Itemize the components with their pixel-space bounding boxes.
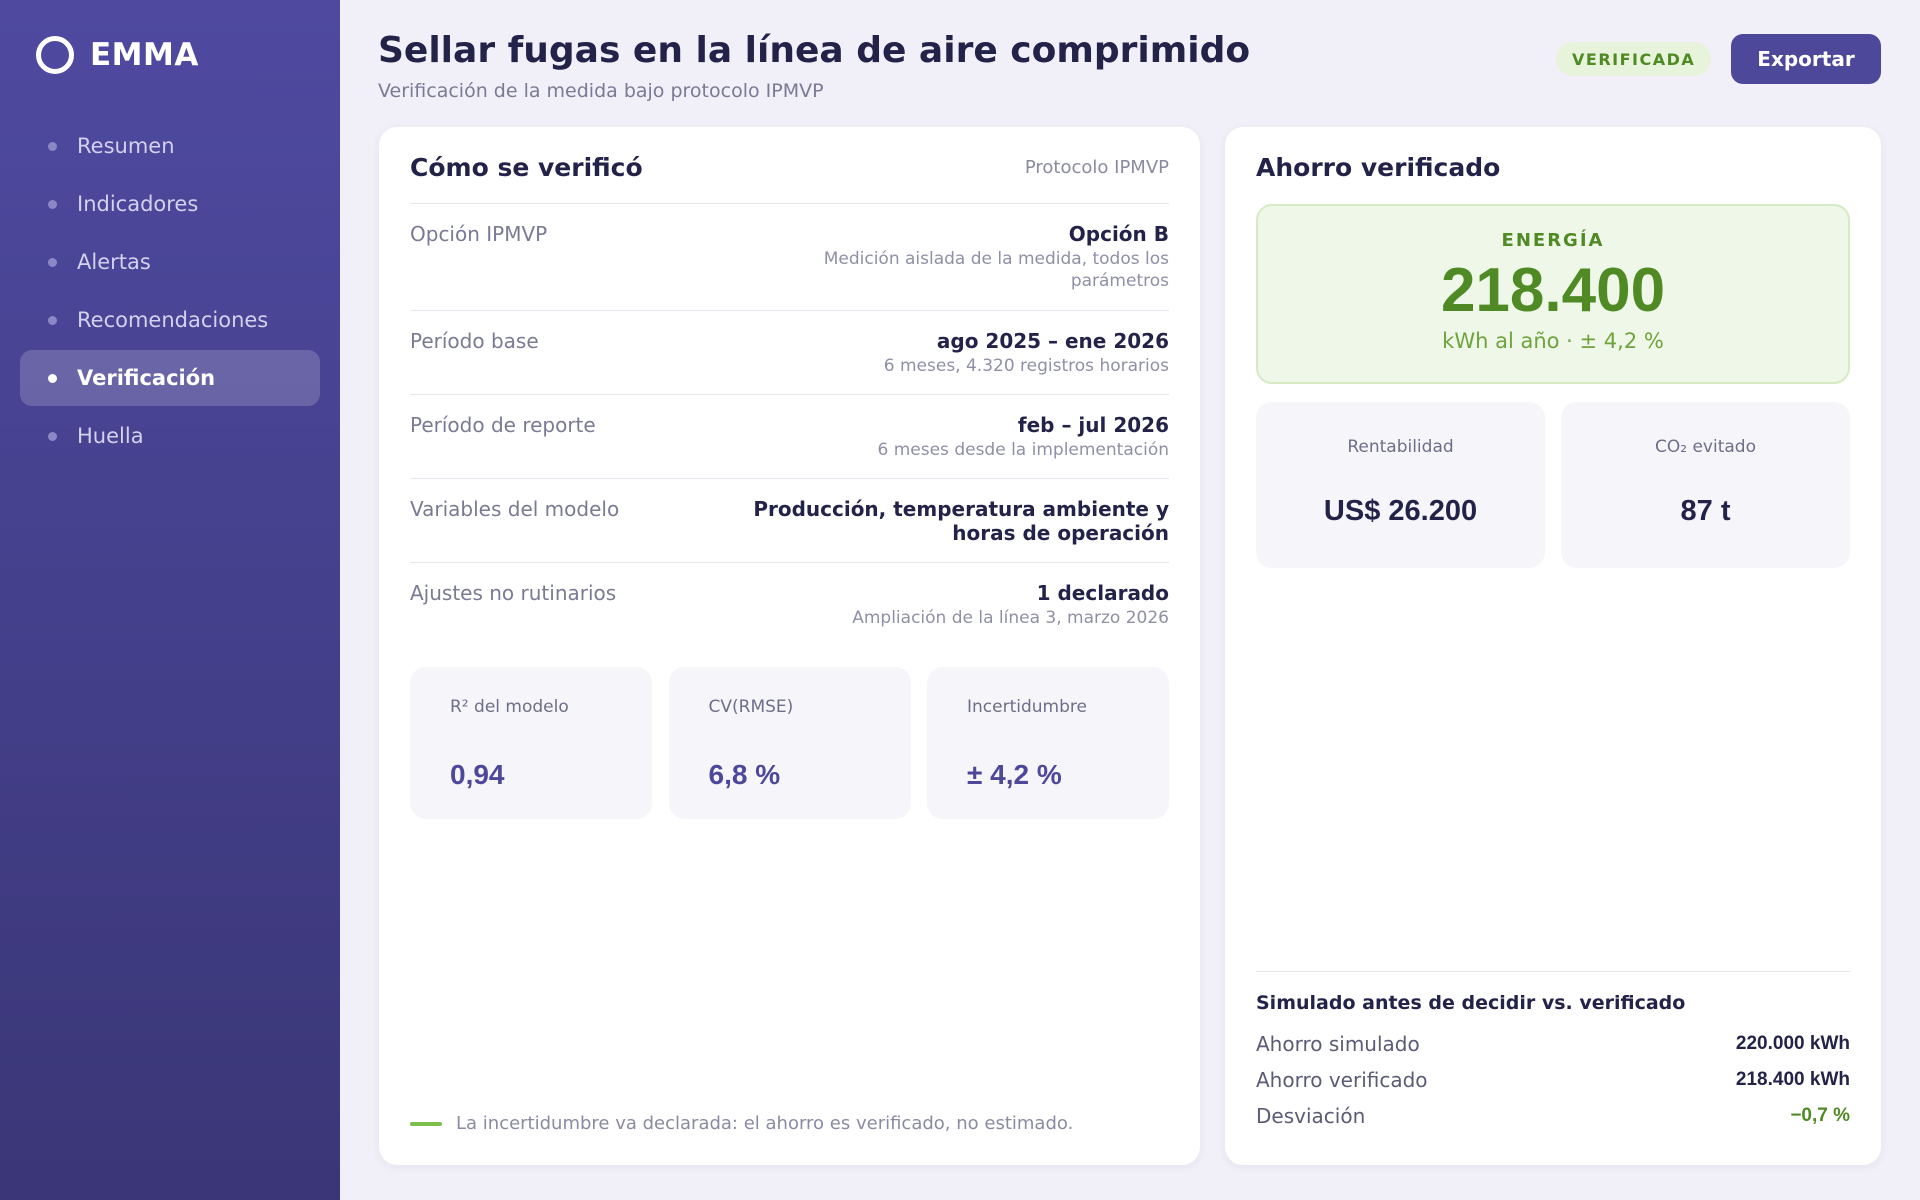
savings-card: Ahorro verificado ENERGÍA 218.400 kWh al… [1225, 127, 1881, 1165]
metric-label: R² del modelo [450, 697, 569, 717]
compare-label: Desviación [1256, 1104, 1366, 1128]
sidebar-item-resumen[interactable]: Resumen [20, 118, 320, 174]
detail-label: Período de reporte [410, 413, 596, 437]
detail-main: ago 2025 – ene 2026 [936, 329, 1169, 353]
detail-sub: Ampliación de la línea 3, marzo 2026 [852, 608, 1169, 628]
metric-value: ± 4,2 % [967, 759, 1062, 790]
detail-label: Período base [410, 329, 539, 353]
bullet-icon [48, 315, 57, 325]
sidebar-item-label: Indicadores [77, 192, 199, 216]
simulated-vs-verified: Simulado antes de decidir vs. verificado… [1256, 971, 1850, 1134]
kpi-row: Rentabilidad US$ 26.200 CO₂ evitado 87 t [1256, 402, 1850, 568]
metric-r2: R² del modelo 0,94 [410, 667, 652, 819]
metric-cvrmse: CV(RMSE) 6,8 % [668, 667, 911, 819]
kpi-label: CO₂ evitado [1655, 437, 1756, 457]
status-badge: VERIFICADA [1556, 42, 1712, 76]
detail-sub: Medición aislada de la medida, todos los… [823, 249, 1169, 291]
sidebar-item-label: Verificación [77, 366, 216, 390]
compare-row-deviation: Desviación −0,7 % [1256, 1098, 1850, 1134]
footnote: La incertidumbre va declarada: el ahorro… [410, 1113, 1073, 1134]
metric-uncertainty: Incertidumbre ± 4,2 % [927, 667, 1169, 819]
bullet-icon [48, 141, 57, 151]
card-title: Ahorro verificado [1256, 153, 1501, 182]
model-metrics: R² del modelo 0,94 CV(RMSE) 6,8 % Incert… [410, 667, 1169, 819]
metric-label: Incertidumbre [967, 697, 1087, 717]
sidebar-item-label: Huella [77, 424, 144, 448]
kpi-label: Rentabilidad [1347, 437, 1454, 457]
detail-row-ipmvp-option: Opción IPMVP Opción B Medición aislada d… [410, 203, 1169, 310]
compare-label: Ahorro verificado [1256, 1068, 1428, 1092]
sidebar-nav: Resumen Indicadores Alertas Recomendacio… [20, 118, 320, 466]
app-name: EMMA [90, 37, 199, 73]
legend-line-icon [410, 1121, 442, 1126]
compare-value: −0,7 % [1790, 1105, 1850, 1126]
verification-card: Cómo se verificó Protocolo IPMVP Opción … [379, 127, 1200, 1165]
sidebar: EMMA Resumen Indicadores Alertas Recomen… [0, 0, 340, 1200]
card-title: Cómo se verificó [410, 153, 643, 182]
detail-main: Opción B [1068, 222, 1169, 246]
compare-row-verified: Ahorro verificado 218.400 kWh [1256, 1062, 1850, 1098]
compare-value: 220.000 kWh [1735, 1033, 1850, 1054]
bullet-icon [48, 373, 57, 383]
sidebar-item-alertas[interactable]: Alertas [20, 234, 320, 290]
sidebar-item-verificacion[interactable]: Verificación [20, 350, 320, 406]
detail-list: Opción IPMVP Opción B Medición aislada d… [410, 203, 1169, 646]
detail-label: Ajustes no rutinarios [410, 581, 617, 605]
kpi-value: 87 t [1680, 495, 1731, 527]
metric-label: CV(RMSE) [708, 697, 794, 717]
detail-value: ago 2025 – ene 2026 6 meses, 4.320 regis… [884, 329, 1169, 394]
energy-savings-box: ENERGÍA 218.400 kWh al año · ± 4,2 % [1256, 204, 1850, 384]
kpi-value: US$ 26.200 [1323, 495, 1478, 527]
detail-row-adjustments: Ajustes no rutinarios 1 declarado Amplia… [410, 562, 1169, 646]
logo-ring-icon [36, 36, 74, 74]
compare-value: 218.400 kWh [1735, 1069, 1850, 1090]
compare-label: Ahorro simulado [1256, 1032, 1420, 1056]
energy-unit: kWh al año · ± 4,2 % [1442, 329, 1664, 353]
detail-row-report-period: Período de reporte feb – jul 2026 6 mese… [410, 394, 1169, 478]
sidebar-item-indicadores[interactable]: Indicadores [20, 176, 320, 232]
detail-sub: 6 meses desde la implementación [877, 440, 1170, 460]
metric-value: 0,94 [450, 759, 505, 790]
footnote-text: La incertidumbre va declarada: el ahorro… [456, 1113, 1074, 1134]
compare-title: Simulado antes de decidir vs. verificado [1256, 992, 1686, 1014]
detail-row-model-variables: Variables del modelo Producción, tempera… [410, 478, 1169, 562]
detail-value: feb – jul 2026 6 meses desde la implemen… [878, 413, 1170, 478]
detail-value: Opción B Medición aislada de la medida, … [749, 222, 1169, 310]
sidebar-item-label: Resumen [77, 134, 175, 158]
sidebar-item-huella[interactable]: Huella [20, 408, 320, 464]
detail-sub: 6 meses, 4.320 registros horarios [883, 356, 1169, 376]
detail-value: 1 declarado Ampliación de la línea 3, ma… [852, 581, 1169, 646]
bullet-icon [48, 199, 57, 209]
brand-logo[interactable]: EMMA [36, 36, 199, 74]
kpi-profitability: Rentabilidad US$ 26.200 [1256, 402, 1545, 568]
sidebar-item-label: Recomendaciones [77, 308, 269, 332]
kpi-co2-avoided: CO₂ evitado 87 t [1561, 402, 1850, 568]
detail-label: Opción IPMVP [410, 222, 548, 246]
compare-row-simulated: Ahorro simulado 220.000 kWh [1256, 1026, 1850, 1062]
protocol-tag: Protocolo IPMVP [1024, 157, 1169, 178]
energy-value: 218.400 [1440, 256, 1666, 325]
metric-value: 6,8 % [708, 759, 781, 790]
export-button[interactable]: Exportar [1731, 34, 1881, 84]
detail-row-base-period: Período base ago 2025 – ene 2026 6 meses… [410, 310, 1169, 394]
sidebar-item-recomendaciones[interactable]: Recomendaciones [20, 292, 320, 348]
sidebar-item-label: Alertas [77, 250, 151, 274]
bullet-icon [48, 257, 57, 267]
detail-label: Variables del modelo [410, 497, 620, 521]
bullet-icon [48, 431, 57, 441]
page-subtitle: Verificación de la medida bajo protocolo… [378, 80, 824, 102]
detail-main: feb – jul 2026 [1017, 413, 1169, 437]
detail-value: Producción, temperatura ambiente y horas… [719, 497, 1169, 562]
energy-label: ENERGÍA [1501, 230, 1605, 251]
detail-main: Producción, temperatura ambiente y horas… [753, 497, 1169, 545]
detail-main: 1 declarado [1036, 581, 1169, 605]
page-title: Sellar fugas en la línea de aire comprim… [378, 30, 1251, 71]
